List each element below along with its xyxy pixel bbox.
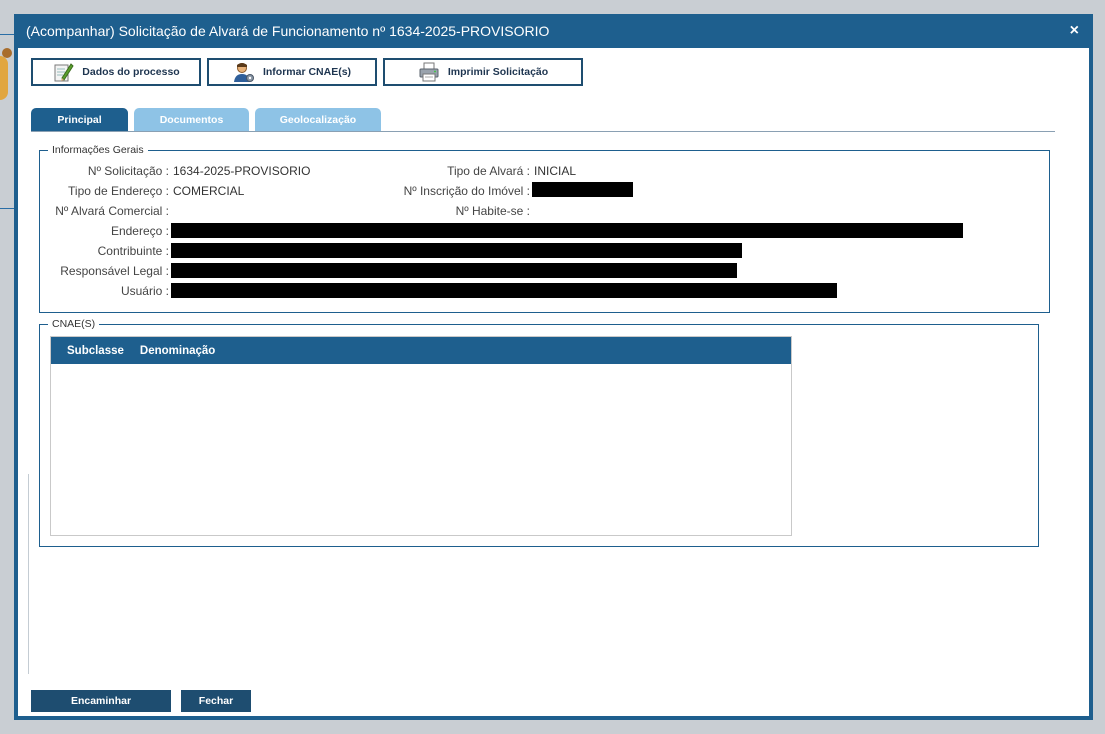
inscricao-imovel-redacted bbox=[532, 182, 633, 197]
responsavel-legal-redacted bbox=[171, 263, 737, 278]
cnae-table: Subclasse Denominação bbox=[50, 336, 792, 536]
modal-title: (Acompanhar) Solicitação de Alvará de Fu… bbox=[26, 23, 550, 39]
usuario-label: Usuário : bbox=[120, 284, 169, 298]
solicitacao-value: 1634-2025-PROVISORIO bbox=[173, 164, 311, 178]
solicitacao-label: Nº Solicitação : bbox=[87, 164, 169, 178]
background-divider bbox=[0, 34, 14, 35]
tab-underline bbox=[31, 131, 1055, 132]
background-avatar bbox=[0, 56, 8, 100]
tipo-endereco-value: COMERCIAL bbox=[173, 184, 245, 198]
contribuinte-redacted bbox=[171, 243, 742, 258]
toolbar: Dados do processo Informar CNAE(s) Impri… bbox=[31, 58, 583, 86]
printer-icon bbox=[419, 62, 439, 82]
contribuinte-label: Contribuinte : bbox=[97, 244, 169, 258]
inscricao-imovel-label: Nº Inscrição do Imóvel : bbox=[403, 184, 530, 198]
cnae-table-header: Subclasse Denominação bbox=[51, 337, 791, 364]
informacoes-gerais-legend: Informações Gerais bbox=[48, 144, 148, 156]
imprimir-solicitacao-label: Imprimir Solicitação bbox=[447, 66, 549, 78]
habite-se-label: Nº Habite-se : bbox=[455, 204, 530, 218]
column-denominacao[interactable]: Denominação bbox=[124, 345, 215, 357]
cnae-fieldset: CNAE(S) Subclasse Denominação bbox=[39, 318, 1039, 547]
close-icon[interactable]: × bbox=[1070, 23, 1079, 39]
user-settings-icon bbox=[233, 63, 254, 82]
tab-bar: Principal Documentos Geolocalização bbox=[31, 108, 381, 131]
tipo-alvara-value: INICIAL bbox=[534, 164, 577, 178]
alvara-comercial-label: Nº Alvará Comercial : bbox=[55, 204, 169, 218]
imprimir-solicitacao-button[interactable]: Imprimir Solicitação bbox=[383, 58, 583, 86]
tipo-alvara-label: Tipo de Alvará : bbox=[447, 164, 530, 178]
cnae-legend: CNAE(S) bbox=[48, 318, 100, 330]
endereco-label: Endereço : bbox=[110, 224, 169, 238]
dados-do-processo-button[interactable]: Dados do processo bbox=[31, 58, 201, 86]
informar-cnae-label: Informar CNAE(s) bbox=[262, 66, 352, 78]
usuario-redacted bbox=[171, 283, 837, 298]
informar-cnae-button[interactable]: Informar CNAE(s) bbox=[207, 58, 377, 86]
edit-document-icon bbox=[54, 63, 74, 82]
dados-do-processo-label: Dados do processo bbox=[82, 66, 180, 78]
responsavel-legal-label: Responsável Legal : bbox=[60, 264, 169, 278]
left-border-line bbox=[28, 474, 29, 674]
background-divider bbox=[0, 208, 14, 209]
tab-principal[interactable]: Principal bbox=[31, 108, 128, 131]
endereco-redacted bbox=[171, 223, 963, 238]
encaminhar-button[interactable]: Encaminhar bbox=[31, 690, 171, 712]
informacoes-gerais-fieldset: Informações Gerais Nº Solicitação : 1634… bbox=[39, 144, 1050, 313]
fechar-button[interactable]: Fechar bbox=[181, 690, 251, 712]
modal-titlebar: (Acompanhar) Solicitação de Alvará de Fu… bbox=[18, 14, 1089, 48]
tipo-endereco-label: Tipo de Endereço : bbox=[68, 184, 169, 198]
modal-dialog: (Acompanhar) Solicitação de Alvará de Fu… bbox=[14, 14, 1093, 720]
column-subclasse[interactable]: Subclasse bbox=[51, 345, 124, 357]
tab-documentos[interactable]: Documentos bbox=[134, 108, 249, 131]
tab-geolocalizacao[interactable]: Geolocalização bbox=[255, 108, 381, 131]
background-avatar-head bbox=[2, 48, 12, 58]
